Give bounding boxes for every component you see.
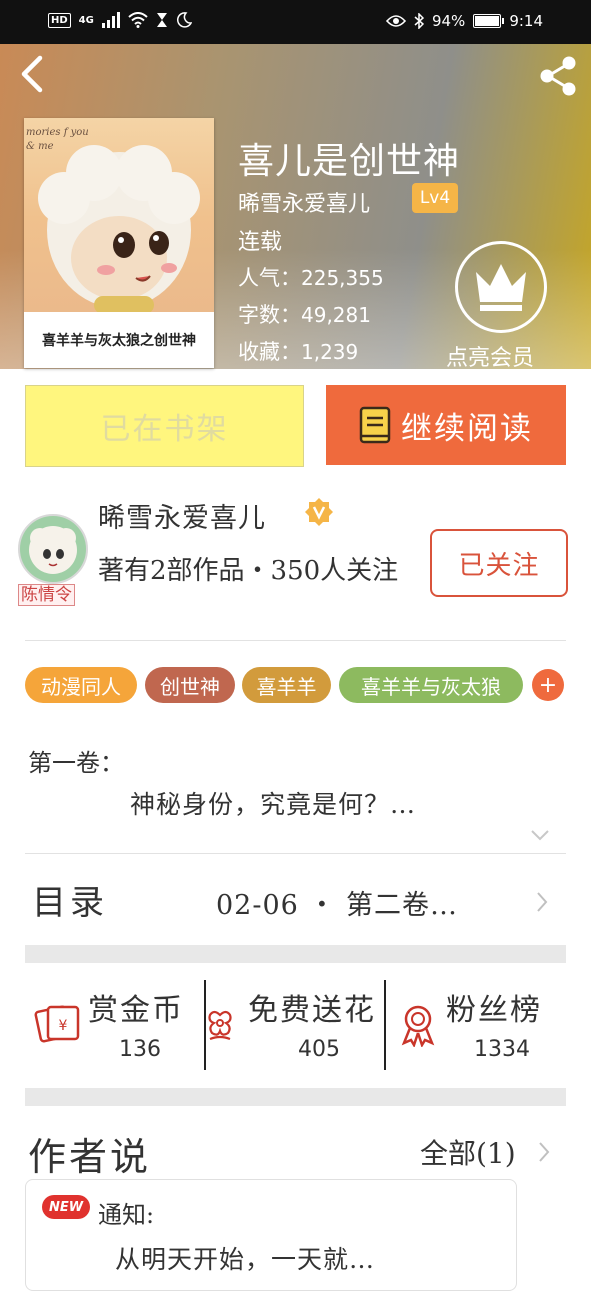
stat-popularity: 人气：225,355 xyxy=(238,266,384,290)
author-name[interactable]: 晞雪永爱喜儿 xyxy=(98,496,266,535)
member-crown-button[interactable] xyxy=(455,241,547,333)
clock: 9:14 xyxy=(509,12,543,30)
crown-icon xyxy=(476,264,526,311)
signal-icon xyxy=(101,12,120,28)
all-chevron-icon[interactable] xyxy=(538,1141,550,1163)
send-flowers-button[interactable]: 免费送花 405 xyxy=(200,985,385,1065)
medal-icon xyxy=(401,1005,435,1047)
red-envelope-icon: ¥ xyxy=(34,1005,80,1043)
author-says-all-link[interactable]: 全部(1) xyxy=(420,1132,516,1172)
add-tag-button[interactable]: + xyxy=(532,669,564,701)
back-arrow-icon[interactable] xyxy=(14,54,48,94)
volume-label: 第一卷： xyxy=(28,749,124,777)
reward-coins-label: 赏金币 xyxy=(88,993,184,1028)
wifi-icon xyxy=(128,12,148,28)
activate-member-label[interactable]: 点亮会员 xyxy=(446,340,534,372)
divider xyxy=(25,640,566,641)
send-flowers-label: 免费送花 xyxy=(248,993,376,1028)
network-indicator: 4G xyxy=(78,14,94,26)
continue-reading-label: 继续阅读 xyxy=(401,410,533,447)
level-badge: Lv4 xyxy=(412,183,458,213)
notice-title: 通知: xyxy=(98,1201,155,1229)
serial-status: 连载 xyxy=(238,230,283,255)
follow-button[interactable]: 已关注 xyxy=(430,529,568,597)
toc-chevron-icon[interactable] xyxy=(536,891,548,913)
battery-icon xyxy=(473,14,505,28)
eye-icon xyxy=(385,15,406,27)
tag-pleasant-goat-big-wolf[interactable]: 喜羊羊与灰太狼 xyxy=(339,667,523,703)
fan-ranking-count: 1334 xyxy=(474,1037,530,1062)
toc-latest-chapter[interactable]: 02-06 ・ 第二卷… xyxy=(216,883,458,922)
expand-chevron-icon[interactable] xyxy=(530,828,550,842)
section-separator xyxy=(25,1088,566,1106)
tag-anime-fanfic[interactable]: 动漫同人 xyxy=(25,667,137,703)
notice-text: 从明天开始，一天就… xyxy=(115,1245,376,1274)
svg-text:¥: ¥ xyxy=(59,1018,68,1034)
section-separator xyxy=(25,945,566,963)
divider xyxy=(25,853,566,854)
fan-ranking-button[interactable]: 粉丝榜 1334 xyxy=(398,985,568,1065)
battery-percent: 94% xyxy=(431,12,466,30)
author-says-title: 作者说 xyxy=(28,1135,152,1179)
avatar-tag: 陈情令 xyxy=(18,584,75,606)
tag-pleasant-goat[interactable]: 喜羊羊 xyxy=(242,667,331,703)
book-icon xyxy=(359,406,391,444)
verified-badge-icon xyxy=(305,498,333,526)
stat-word-count: 字数：49,281 xyxy=(238,303,371,327)
cover-caption: 喜羊羊与灰太狼之创世神 xyxy=(24,312,214,368)
book-title: 喜儿是创世神 xyxy=(238,141,461,182)
author-works-info: 著有2部作品・350人关注 xyxy=(98,556,399,586)
hd-indicator: HD xyxy=(48,12,71,28)
author-avatar[interactable] xyxy=(18,514,88,584)
continue-reading-button[interactable]: 继续阅读 xyxy=(326,385,566,465)
new-badge: NEW xyxy=(42,1195,90,1219)
reward-coins-button[interactable]: ¥ 赏金币 136 xyxy=(34,985,204,1065)
in-bookshelf-button[interactable]: 已在书架 xyxy=(25,385,304,467)
stat-favorites: 收藏：1,239 xyxy=(238,340,359,364)
reward-coins-count: 136 xyxy=(119,1037,161,1062)
status-bar: HD 4G 94% 9:14 xyxy=(0,0,591,44)
bluetooth-icon xyxy=(414,13,424,29)
flower-icon xyxy=(208,1010,232,1041)
sheep-illustration xyxy=(38,145,200,314)
moon-icon xyxy=(176,12,192,28)
send-flowers-count: 405 xyxy=(298,1037,340,1062)
divider xyxy=(384,980,386,1070)
tag-creator-god[interactable]: 创世神 xyxy=(145,667,235,703)
book-summary[interactable]: 神秘身份，究竟是何？… xyxy=(130,785,416,821)
avatar-image xyxy=(20,516,86,582)
toc-label[interactable]: 目录 xyxy=(32,875,108,924)
book-cover[interactable]: mories f you & me 喜羊羊与灰太狼之创世神 xyxy=(24,118,214,368)
share-icon[interactable] xyxy=(536,54,580,98)
hourglass-icon xyxy=(156,13,167,27)
header-author-name[interactable]: 晞雪永爱喜儿 xyxy=(238,186,370,218)
fan-ranking-label: 粉丝榜 xyxy=(446,993,542,1028)
